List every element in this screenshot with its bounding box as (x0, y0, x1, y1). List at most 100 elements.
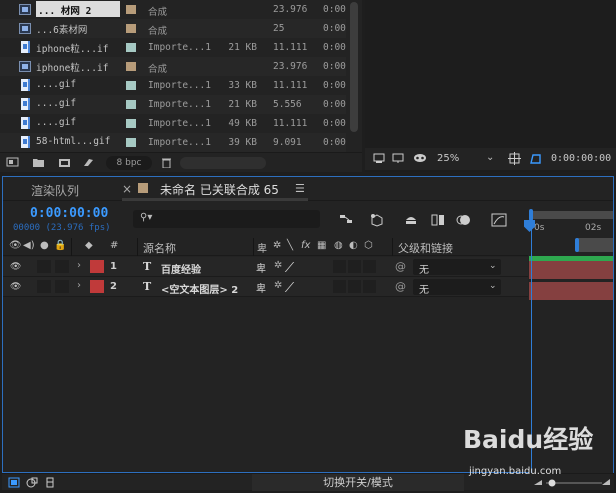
grid-guides-icon[interactable] (508, 152, 521, 165)
modes-pane-icon[interactable] (26, 477, 38, 488)
motion-blur-switch-icon[interactable]: ◍ (334, 240, 343, 251)
layer-label-color[interactable] (90, 260, 104, 273)
scroll-thumb[interactable] (350, 2, 358, 132)
label-color-swatch[interactable] (126, 62, 136, 71)
in-out-pane-icon[interactable] (44, 477, 56, 488)
video-visibility-icon[interactable]: 👁 (9, 240, 22, 251)
label-color-swatch[interactable] (126, 24, 136, 33)
tab-composition[interactable]: 未命名 已关联合成 65 (160, 181, 279, 198)
project-item[interactable]: ....gif Importe...1 33 KB 11.111 0:00 (0, 76, 346, 95)
mask-visibility-icon[interactable] (413, 153, 427, 164)
solo-icon[interactable]: ● (40, 240, 49, 251)
new-folder-icon[interactable] (32, 157, 45, 168)
quality-switch-icon[interactable] (284, 282, 305, 292)
tab-render-queue[interactable]: 渲染队列 (31, 182, 79, 199)
label-color-swatch[interactable] (126, 81, 136, 90)
effect-switch[interactable] (333, 260, 346, 273)
shy-switch-icon[interactable]: 卑 (257, 240, 267, 255)
layer-row[interactable]: 👁 › 2 T <空文本图层> 2 卑 ✲ @ 无 ⌄ (3, 277, 528, 297)
source-name-header[interactable]: 源名称 (143, 240, 176, 256)
frame-blending-icon[interactable] (430, 213, 446, 227)
bit-depth-button[interactable]: 8 bpc (106, 156, 152, 170)
effects-switch-icon[interactable]: fx (301, 240, 310, 251)
region-of-interest-icon[interactable] (528, 152, 542, 165)
lock-icon[interactable]: 🔒 (54, 240, 66, 251)
project-item[interactable]: ....gif Importe...1 49 KB 11.111 0:00 (0, 114, 346, 133)
project-settings-icon[interactable] (82, 157, 95, 168)
label-color-swatch[interactable] (126, 43, 136, 52)
project-item[interactable]: ... 材网 2 合成 23.976 0:00 (0, 0, 346, 19)
label-color-swatch[interactable] (126, 138, 136, 147)
parent-link-header[interactable]: 父级和链接 (398, 240, 453, 256)
pick-whip-icon[interactable]: @ (395, 260, 406, 273)
label-tag-icon[interactable]: ◆ (85, 240, 93, 251)
composition-viewer[interactable] (365, 0, 616, 172)
panel-menu-icon[interactable]: ☰ (295, 182, 305, 195)
close-icon[interactable]: × (122, 182, 132, 196)
magnification-value[interactable]: 25% (437, 153, 459, 164)
chevron-down-icon[interactable]: ⌄ (489, 261, 497, 271)
work-area-start-handle[interactable] (575, 238, 579, 252)
lock-toggle[interactable] (55, 260, 69, 273)
project-item[interactable]: iphone粒...if 合成 23.976 0:00 (0, 57, 346, 76)
layer-label-color[interactable] (90, 280, 104, 293)
layer-duration-bar[interactable] (529, 261, 613, 279)
expand-triangle-icon[interactable]: › (77, 280, 81, 291)
time-navigator-bar[interactable] (529, 211, 613, 219)
layer-duration-bar[interactable] (529, 282, 613, 300)
project-scrollbar[interactable] (348, 0, 360, 152)
label-color-swatch[interactable] (126, 5, 136, 14)
lock-toggle[interactable] (55, 280, 69, 293)
quality-switch-icon[interactable]: ╲ (287, 240, 293, 251)
layer-name[interactable]: <空文本图层> 2 (161, 281, 238, 296)
layer-search-input[interactable] (133, 210, 320, 228)
project-item[interactable]: ...6素材网 合成 25 0:00 (0, 19, 346, 38)
eye-icon[interactable]: 👁 (10, 282, 21, 292)
composition-mini-flowchart-icon[interactable] (338, 213, 354, 227)
layer-name[interactable]: 百度经验 (161, 261, 201, 276)
chevron-down-icon[interactable]: ⌄ (486, 152, 494, 163)
current-time-display[interactable]: 0:00:00:00 (30, 206, 108, 221)
monitor-icon[interactable] (392, 153, 404, 164)
chevron-down-icon[interactable]: ⌄ (489, 281, 497, 291)
project-item[interactable]: iphone粒...if Importe...1 21 KB 11.111 0:00 (0, 38, 346, 57)
layer-number-header[interactable]: # (110, 240, 118, 251)
interpret-footage-icon[interactable] (6, 157, 19, 168)
label-color-swatch[interactable] (126, 119, 136, 128)
pick-whip-icon[interactable]: @ (395, 280, 406, 293)
time-ruler[interactable]: 0s 02s (529, 223, 613, 237)
layer-row[interactable]: 👁 › 1 T 百度经验 卑 ✲ @ 无 ⌄ (3, 257, 528, 277)
new-composition-icon[interactable] (58, 157, 71, 168)
motion-blur-icon[interactable] (456, 213, 472, 227)
shy-switch-icon[interactable]: 卑 (256, 280, 266, 295)
project-horizontal-scrollbar[interactable] (180, 157, 266, 169)
trash-icon[interactable] (160, 157, 173, 168)
project-item[interactable]: ....gif Importe...1 21 KB 5.556 0:00 (0, 95, 346, 114)
label-color-swatch[interactable] (126, 100, 136, 109)
viewer-timecode[interactable]: 0:00:00:00 (551, 153, 611, 164)
eye-icon[interactable]: 👁 (10, 262, 21, 272)
3d-switch[interactable] (363, 280, 376, 293)
3d-layer-switch-icon[interactable]: ⬡ (364, 240, 373, 251)
adjustment-switch[interactable] (348, 260, 361, 273)
audio-toggle[interactable] (37, 260, 51, 273)
always-preview-icon[interactable] (373, 153, 385, 164)
layer-switches-pane-icon[interactable] (8, 477, 20, 488)
frame-blend-switch-icon[interactable]: ▦ (317, 240, 326, 251)
expand-triangle-icon[interactable]: › (77, 260, 81, 271)
effect-switch[interactable] (333, 280, 346, 293)
project-item[interactable]: 58-html...gif Importe...1 39 KB 9.091 0:00 (0, 133, 346, 152)
collapse-switch-icon[interactable]: ✲ (274, 280, 282, 291)
adjustment-layer-switch-icon[interactable]: ◐ (349, 240, 358, 251)
3d-switch[interactable] (363, 260, 376, 273)
work-area-bar[interactable] (577, 238, 613, 252)
adjustment-switch[interactable] (348, 280, 361, 293)
audio-icon[interactable]: ◀) (23, 240, 35, 251)
collapse-switch-icon[interactable]: ✲ (274, 260, 282, 271)
shy-switch-icon[interactable]: 卑 (256, 260, 266, 275)
draft-3d-icon[interactable] (369, 213, 385, 227)
toggle-switches-modes-button[interactable]: 切换开关/模式 (252, 474, 464, 491)
graph-editor-icon[interactable] (491, 213, 507, 227)
quality-switch-icon[interactable] (284, 262, 305, 272)
hide-shy-layers-icon[interactable] (403, 213, 419, 227)
